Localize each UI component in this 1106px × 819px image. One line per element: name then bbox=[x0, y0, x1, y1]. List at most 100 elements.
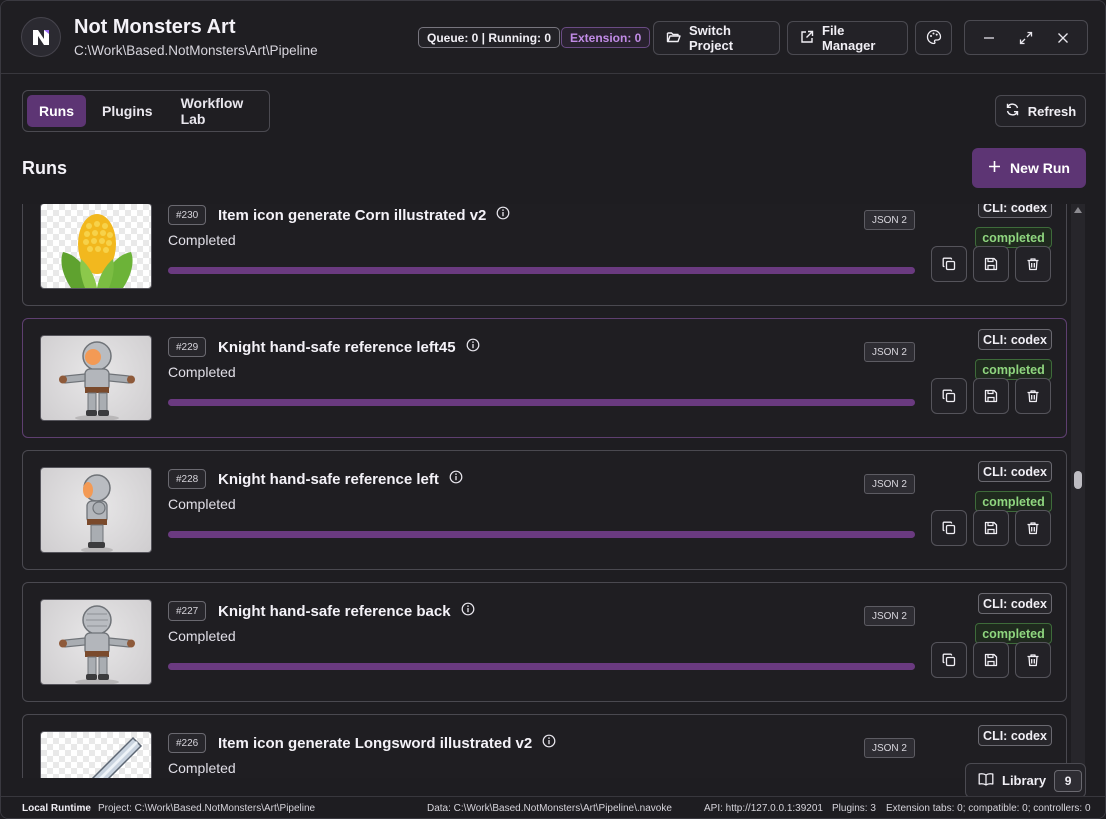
info-icon[interactable] bbox=[449, 470, 463, 488]
save-icon bbox=[984, 389, 998, 403]
knight-left45-image bbox=[59, 341, 135, 420]
copy-button[interactable] bbox=[931, 510, 967, 546]
run-status-text: Completed bbox=[168, 760, 236, 776]
main-tabs: Runs Plugins Workflow Lab bbox=[22, 90, 270, 132]
run-thumbnail[interactable] bbox=[40, 335, 152, 421]
run-thumbnail[interactable] bbox=[40, 731, 152, 778]
library-label: Library bbox=[1002, 773, 1047, 788]
run-progress-bar bbox=[168, 267, 915, 274]
delete-button[interactable] bbox=[1015, 246, 1051, 282]
status-badge: completed bbox=[975, 227, 1052, 248]
tab-workflow-lab[interactable]: Workflow Lab bbox=[169, 95, 265, 127]
status-badge: completed bbox=[975, 491, 1052, 512]
save-icon bbox=[984, 653, 998, 667]
app-window: Not Monsters Art C:\Work\Based.NotMonste… bbox=[0, 0, 1106, 819]
run-id-badge: #230 bbox=[168, 205, 207, 225]
copy-button[interactable] bbox=[931, 642, 967, 678]
extension-status-badge: Extension: 0 bbox=[561, 27, 651, 48]
run-card[interactable]: #226 Item icon generate Longsword illust… bbox=[22, 714, 1067, 778]
queue-status-badge: Queue: 0 | Running: 0 bbox=[418, 27, 561, 48]
runtime-label: Local Runtime bbox=[22, 803, 91, 814]
tab-plugins[interactable]: Plugins bbox=[90, 95, 165, 127]
copy-icon bbox=[942, 653, 956, 667]
delete-button[interactable] bbox=[1015, 510, 1051, 546]
json-badge[interactable]: JSON 2 bbox=[864, 474, 915, 494]
minimize-button[interactable] bbox=[975, 24, 1003, 52]
trash-icon bbox=[1027, 390, 1039, 403]
scroll-up-arrow-icon[interactable] bbox=[1074, 207, 1082, 213]
info-icon[interactable] bbox=[542, 734, 556, 752]
delete-button[interactable] bbox=[1015, 378, 1051, 414]
status-badge: completed bbox=[975, 623, 1052, 644]
status-plugins: Plugins: 3 bbox=[832, 803, 876, 814]
save-icon bbox=[984, 257, 998, 271]
refresh-label: Refresh bbox=[1027, 103, 1077, 119]
app-logo bbox=[21, 17, 61, 57]
knight-left-image bbox=[81, 474, 113, 552]
window-controls bbox=[964, 20, 1088, 55]
close-button[interactable] bbox=[1049, 24, 1077, 52]
status-bar: Local Runtime Project: C:\Work\Based.Not… bbox=[1, 796, 1105, 818]
json-badge[interactable]: JSON 2 bbox=[864, 342, 915, 362]
switch-project-label: Switch Project bbox=[689, 23, 734, 53]
run-id-badge: #228 bbox=[168, 469, 207, 489]
new-run-button[interactable]: New Run bbox=[972, 148, 1086, 188]
run-card[interactable]: #229 Knight hand-safe reference left45 C… bbox=[22, 318, 1067, 438]
copy-button[interactable] bbox=[931, 246, 967, 282]
external-link-icon bbox=[800, 30, 814, 47]
run-title-text: Item icon generate Longsword illustrated… bbox=[218, 734, 533, 752]
scroll-thumb[interactable] bbox=[1074, 471, 1082, 489]
run-title: Item icon generate Longsword illustrated… bbox=[218, 734, 556, 752]
run-status-text: Completed bbox=[168, 232, 236, 248]
trash-icon bbox=[1027, 654, 1039, 667]
save-button[interactable] bbox=[973, 246, 1009, 282]
info-icon[interactable] bbox=[496, 206, 510, 224]
run-progress-fill bbox=[168, 663, 915, 670]
save-button[interactable] bbox=[973, 642, 1009, 678]
run-thumbnail[interactable] bbox=[40, 599, 152, 685]
save-button[interactable] bbox=[973, 510, 1009, 546]
run-title: Item icon generate Corn illustrated v2 bbox=[218, 206, 510, 224]
runs-scrollbar[interactable] bbox=[1071, 204, 1085, 778]
info-icon[interactable] bbox=[466, 338, 480, 356]
run-title-text: Knight hand-safe reference back bbox=[218, 602, 451, 620]
run-card[interactable]: #230 Item icon generate Corn illustrated… bbox=[22, 204, 1067, 306]
run-progress-bar bbox=[168, 399, 915, 406]
save-button[interactable] bbox=[973, 378, 1009, 414]
run-thumbnail[interactable] bbox=[40, 204, 152, 289]
run-card[interactable]: #228 Knight hand-safe reference left Com… bbox=[22, 450, 1067, 570]
corn-image bbox=[61, 214, 133, 288]
run-title: Knight hand-safe reference back bbox=[218, 602, 475, 620]
json-badge[interactable]: JSON 2 bbox=[864, 738, 915, 758]
library-button[interactable]: Library 9 bbox=[965, 763, 1086, 798]
theme-palette-button[interactable] bbox=[915, 21, 952, 55]
copy-icon bbox=[942, 257, 956, 271]
status-api: API: http://127.0.0.1:39201 bbox=[704, 803, 823, 814]
maximize-button[interactable] bbox=[1012, 24, 1040, 52]
status-extensions: Extension tabs: 0; compatible: 0; contro… bbox=[886, 803, 1091, 814]
run-title-text: Knight hand-safe reference left45 bbox=[218, 338, 456, 356]
section-title: Runs bbox=[22, 158, 67, 178]
refresh-button[interactable]: Refresh bbox=[995, 95, 1086, 127]
run-id-badge: #227 bbox=[168, 601, 207, 621]
run-progress-fill bbox=[168, 399, 915, 406]
info-icon[interactable] bbox=[461, 602, 475, 620]
run-title-text: Knight hand-safe reference left bbox=[218, 470, 439, 488]
delete-button[interactable] bbox=[1015, 642, 1051, 678]
logo-icon bbox=[33, 30, 49, 45]
run-progress-fill bbox=[168, 267, 915, 274]
run-status-text: Completed bbox=[168, 496, 236, 512]
close-icon bbox=[1057, 32, 1068, 43]
longsword-image bbox=[91, 736, 143, 778]
switch-project-button[interactable]: Switch Project bbox=[653, 21, 780, 55]
copy-button[interactable] bbox=[931, 378, 967, 414]
run-thumbnail[interactable] bbox=[40, 467, 152, 553]
refresh-icon bbox=[1005, 102, 1020, 120]
tab-runs[interactable]: Runs bbox=[27, 95, 86, 127]
json-badge[interactable]: JSON 2 bbox=[864, 606, 915, 626]
file-manager-button[interactable]: File Manager bbox=[787, 21, 908, 55]
copy-icon bbox=[942, 389, 956, 403]
runs-list[interactable]: #230 Item icon generate Corn illustrated… bbox=[1, 204, 1071, 778]
json-badge[interactable]: JSON 2 bbox=[864, 210, 915, 230]
run-card[interactable]: #227 Knight hand-safe reference back Com… bbox=[22, 582, 1067, 702]
